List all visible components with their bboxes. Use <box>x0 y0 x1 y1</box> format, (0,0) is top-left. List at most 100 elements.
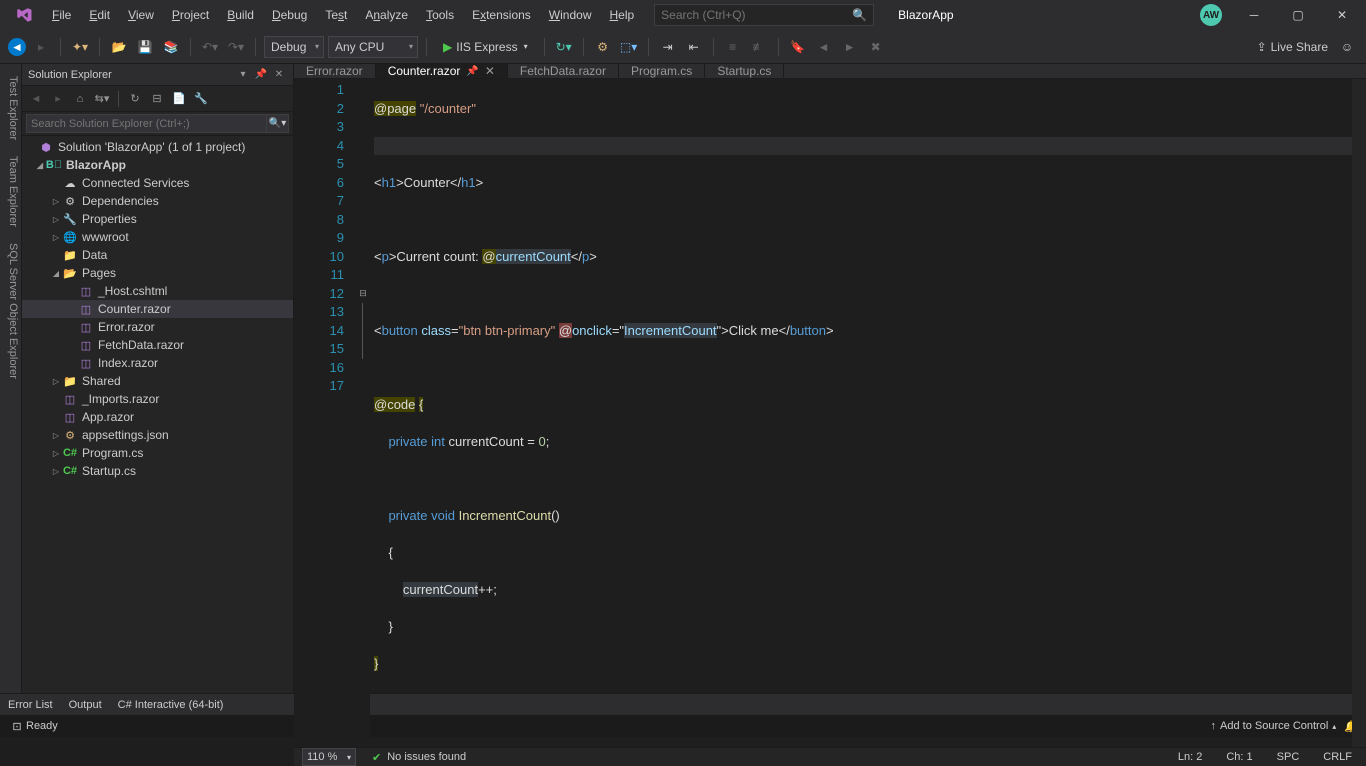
tree-data[interactable]: 📁Data <box>22 246 293 264</box>
tree-shared[interactable]: ▷📁Shared <box>22 372 293 390</box>
panel-pin-icon[interactable]: 📌 <box>253 67 269 83</box>
tasks-icon[interactable]: ⊡ <box>8 720 26 733</box>
panel-dropdown-icon[interactable]: ▾ <box>235 67 251 83</box>
tree-connected-services[interactable]: ☁Connected Services <box>22 174 293 192</box>
menu-project[interactable]: Project <box>164 4 217 26</box>
code-editor[interactable]: 1234567891011121314151617 ⊟ @page "/coun… <box>294 79 1366 747</box>
menu-build[interactable]: Build <box>219 4 262 26</box>
rail-team-explorer[interactable]: Team Explorer <box>0 148 21 235</box>
spaces-indicator[interactable]: SPC <box>1271 751 1306 763</box>
menu-tools[interactable]: Tools <box>418 4 462 26</box>
tab-program[interactable]: Program.cs <box>619 64 705 78</box>
rail-sql-explorer[interactable]: SQL Server Object Explorer <box>0 235 21 387</box>
tree-wwwroot[interactable]: ▷🌐wwwroot <box>22 228 293 246</box>
minimize-button[interactable]: ─ <box>1234 1 1274 29</box>
rail-test-explorer[interactable]: Test Explorer <box>0 68 21 148</box>
tree-startup[interactable]: ▷C#Startup.cs <box>22 462 293 480</box>
nav-fwd-button[interactable]: ▸ <box>30 36 52 58</box>
uncomment-button[interactable]: ≢ <box>748 36 770 58</box>
tree-pages[interactable]: ◢📂Pages <box>22 264 293 282</box>
code-content[interactable]: @page "/counter" <h1>Counter</h1> <p>Cur… <box>370 79 1366 747</box>
close-icon[interactable]: ✕ <box>485 64 495 78</box>
menu-window[interactable]: Window <box>541 4 600 26</box>
col-indicator[interactable]: Ch: 1 <box>1220 751 1258 763</box>
tab-fetchdata[interactable]: FetchData.razor <box>508 64 619 78</box>
pin-icon[interactable]: 📌 <box>466 66 478 77</box>
fwd-icon[interactable]: ▸ <box>48 89 68 109</box>
run-button[interactable]: ▶IIS Express▾ <box>435 36 536 58</box>
close-button[interactable]: ✕ <box>1322 1 1362 29</box>
file-icon: ◫ <box>62 409 78 425</box>
quick-search[interactable]: 🔍 <box>654 4 874 26</box>
tree-solution[interactable]: ⬢Solution 'BlazorApp' (1 of 1 project) <box>22 138 293 156</box>
menu-test[interactable]: Test <box>317 4 355 26</box>
zoom-dropdown[interactable]: 110 %▾ <box>302 748 356 766</box>
bm-prev-button[interactable]: ◄ <box>813 36 835 58</box>
sync-icon[interactable]: ⇆▾ <box>92 89 112 109</box>
solution-search-input[interactable] <box>26 114 267 133</box>
quick-search-input[interactable] <box>661 8 852 22</box>
config-dropdown[interactable]: Debug <box>264 36 324 58</box>
bm-next-button[interactable]: ► <box>839 36 861 58</box>
tab-startup[interactable]: Startup.cs <box>705 64 784 78</box>
tab-error-list[interactable]: Error List <box>8 699 53 711</box>
solution-explorer-header: Solution Explorer ▾ 📌 ✕ <box>22 64 293 86</box>
tree-counter[interactable]: ◫Counter.razor <box>22 300 293 318</box>
live-share-button[interactable]: ⇪Live Share <box>1257 40 1328 54</box>
properties-icon[interactable]: 🔧 <box>191 89 211 109</box>
menu-file[interactable]: File <box>44 4 79 26</box>
feedback-button[interactable]: ☺ <box>1336 36 1358 58</box>
open-file-button[interactable]: 📂 <box>108 36 130 58</box>
save-all-button[interactable]: 📚 <box>160 36 182 58</box>
platform-dropdown[interactable]: Any CPU <box>328 36 418 58</box>
save-button[interactable]: 💾 <box>134 36 156 58</box>
refresh-button[interactable]: ↻▾ <box>553 36 575 58</box>
menu-edit[interactable]: Edit <box>81 4 118 26</box>
refresh-icon[interactable]: ↻ <box>125 89 145 109</box>
redo-button[interactable]: ↷▾ <box>225 36 247 58</box>
back-icon[interactable]: ◄ <box>26 89 46 109</box>
eol-indicator[interactable]: CRLF <box>1317 751 1358 763</box>
step-button-1[interactable]: ⇥ <box>657 36 679 58</box>
menu-debug[interactable]: Debug <box>264 4 315 26</box>
overview-ruler[interactable] <box>1352 79 1366 747</box>
new-project-button[interactable]: ✦▾ <box>69 36 91 58</box>
panel-close-icon[interactable]: ✕ <box>271 67 287 83</box>
tree-appsettings[interactable]: ▷⚙appsettings.json <box>22 426 293 444</box>
nav-back-button[interactable]: ◄ <box>8 38 26 56</box>
issues-indicator[interactable]: ✔No issues found <box>372 751 466 764</box>
tree-project[interactable]: ◢B⃞BlazorApp <box>22 156 293 174</box>
collapse-icon[interactable]: ⊟ <box>147 89 167 109</box>
tree-index[interactable]: ◫Index.razor <box>22 354 293 372</box>
tree-fetchdata[interactable]: ◫FetchData.razor <box>22 336 293 354</box>
tree-host[interactable]: ◫_Host.cshtml <box>22 282 293 300</box>
bookmark-button[interactable]: 🔖 <box>787 36 809 58</box>
tree-properties[interactable]: ▷🔧Properties <box>22 210 293 228</box>
home-icon[interactable]: ⌂ <box>70 89 90 109</box>
menu-analyze[interactable]: Analyze <box>357 4 416 26</box>
tab-csharp-interactive[interactable]: C# Interactive (64-bit) <box>118 699 224 711</box>
tab-output[interactable]: Output <box>69 699 102 711</box>
undo-button[interactable]: ↶▾ <box>199 36 221 58</box>
bm-clear-button[interactable]: ✖ <box>865 36 887 58</box>
tab-counter[interactable]: Counter.razor📌✕ <box>376 64 508 78</box>
tree-error[interactable]: ◫Error.razor <box>22 318 293 336</box>
solution-search-button[interactable]: 🔍▾ <box>267 114 289 133</box>
line-indicator[interactable]: Ln: 2 <box>1172 751 1208 763</box>
tool-button-1[interactable]: ⬚▾ <box>618 36 640 58</box>
tree-app[interactable]: ◫App.razor <box>22 408 293 426</box>
step-button-2[interactable]: ⇤ <box>683 36 705 58</box>
tree-imports[interactable]: ◫_Imports.razor <box>22 390 293 408</box>
fold-icon[interactable]: ⊟ <box>356 285 370 304</box>
tree-program[interactable]: ▷C#Program.cs <box>22 444 293 462</box>
user-avatar[interactable]: AW <box>1200 4 1222 26</box>
show-all-icon[interactable]: 📄 <box>169 89 189 109</box>
menu-view[interactable]: View <box>120 4 162 26</box>
menu-extensions[interactable]: Extensions <box>464 4 539 26</box>
menu-help[interactable]: Help <box>601 4 642 26</box>
maximize-button[interactable]: ▢ <box>1278 1 1318 29</box>
tab-error[interactable]: Error.razor <box>294 64 376 78</box>
comment-button[interactable]: ≡ <box>722 36 744 58</box>
browser-link-button[interactable]: ⚙ <box>592 36 614 58</box>
tree-dependencies[interactable]: ▷⚙Dependencies <box>22 192 293 210</box>
